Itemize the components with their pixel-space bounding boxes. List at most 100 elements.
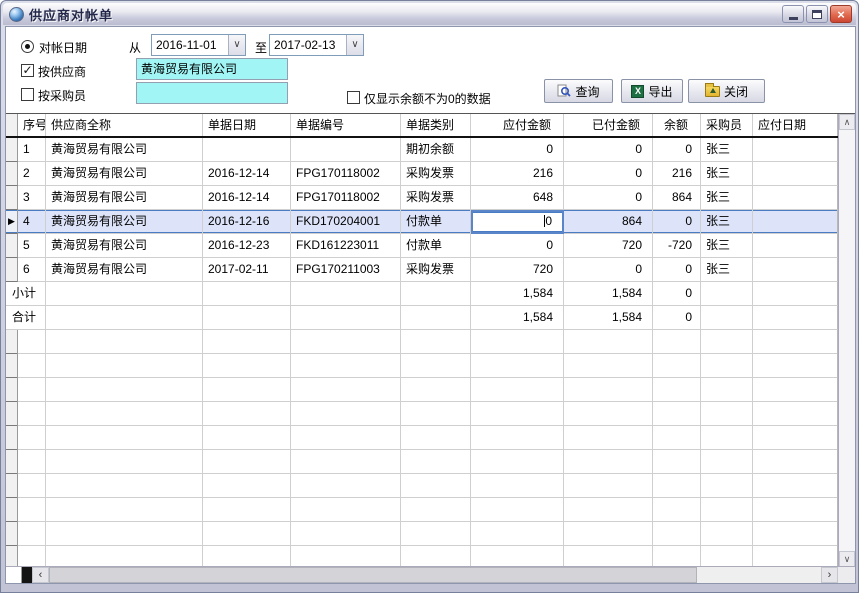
table-row[interactable]: 1 黄海贸易有限公司 期初余额 0 0 0 张三	[6, 138, 838, 162]
cell-payable[interactable]: 0	[471, 234, 564, 258]
cell-date[interactable]	[203, 138, 291, 162]
cell-date[interactable]: 2016-12-16	[203, 210, 291, 234]
header-supplier[interactable]: 供应商全称	[46, 114, 203, 136]
by-buyer-checkbox[interactable]	[21, 88, 34, 101]
cell-doc-no[interactable]: FPG170118002	[291, 186, 401, 210]
cell-due-date[interactable]	[753, 186, 838, 210]
nonzero-balance-checkbox[interactable]	[347, 91, 360, 104]
header-buyer[interactable]: 采购员	[701, 114, 753, 136]
to-date-select[interactable]: 2017-02-13 ∨	[269, 34, 364, 56]
cell-date[interactable]: 2016-12-23	[203, 234, 291, 258]
minimize-button[interactable]	[782, 5, 804, 23]
scrollbar-track[interactable]	[697, 567, 821, 583]
query-button[interactable]: 查询	[544, 79, 613, 103]
cell-due-date[interactable]	[753, 234, 838, 258]
cell-balance[interactable]: 0	[653, 210, 701, 234]
cell-balance[interactable]: 0	[653, 258, 701, 282]
cell-payable[interactable]: 720	[471, 258, 564, 282]
buyer-input[interactable]	[136, 82, 288, 104]
cell-type[interactable]: 采购发票	[401, 258, 471, 282]
scroll-down-button[interactable]: ∨	[839, 551, 855, 567]
cell-supplier[interactable]: 黄海贸易有限公司	[46, 210, 203, 234]
cell-paid[interactable]: 0	[564, 186, 653, 210]
cell-doc-no[interactable]	[291, 138, 401, 162]
scroll-up-button[interactable]: ∧	[839, 114, 855, 130]
header-date[interactable]: 单据日期	[203, 114, 291, 136]
cell-balance[interactable]: 864	[653, 186, 701, 210]
cell-buyer[interactable]: 张三	[701, 162, 753, 186]
table-row[interactable]: 3 黄海贸易有限公司 2016-12-14 FPG170118002 采购发票 …	[6, 186, 838, 210]
header-balance[interactable]: 余额	[653, 114, 701, 136]
cell-doc-no[interactable]: FKD161223011	[291, 234, 401, 258]
cell-paid[interactable]: 0	[564, 138, 653, 162]
cell-due-date[interactable]	[753, 258, 838, 282]
cell-buyer[interactable]: 张三	[701, 138, 753, 162]
cell-date[interactable]: 2016-12-14	[203, 162, 291, 186]
table-row-selected[interactable]: ▶ 4 黄海贸易有限公司 2016-12-16 FKD170204001 付款单…	[6, 210, 838, 234]
cell-payable[interactable]: 648	[471, 186, 564, 210]
cell-no[interactable]: 5	[18, 234, 46, 258]
payable-edit-cell[interactable]: 0	[471, 210, 564, 234]
cell-supplier[interactable]: 黄海贸易有限公司	[46, 138, 203, 162]
cell-supplier[interactable]: 黄海贸易有限公司	[46, 258, 203, 282]
header-doc-no[interactable]: 单据编号	[291, 114, 401, 136]
cell-paid[interactable]: 864	[564, 210, 653, 234]
header-due-date[interactable]: 应付日期	[753, 114, 838, 136]
cell-due-date[interactable]	[753, 138, 838, 162]
cell-payable[interactable]: 216	[471, 162, 564, 186]
horizontal-scrollbar[interactable]: ‹ ›	[6, 566, 855, 583]
header-payable[interactable]: 应付金额	[471, 114, 564, 136]
cell-buyer[interactable]: 张三	[701, 186, 753, 210]
title-bar[interactable]: 供应商对帐单 ×	[3, 3, 856, 25]
cell-buyer[interactable]: 张三	[701, 210, 753, 234]
cell-balance[interactable]: 0	[653, 138, 701, 162]
cell-no[interactable]: 6	[18, 258, 46, 282]
cell-no[interactable]: 2	[18, 162, 46, 186]
cell-paid[interactable]: 720	[564, 234, 653, 258]
cell-supplier[interactable]: 黄海贸易有限公司	[46, 162, 203, 186]
supplier-input[interactable]: 黄海贸易有限公司	[136, 58, 288, 80]
cell-doc-no[interactable]: FPG170211003	[291, 258, 401, 282]
cell-payable[interactable]: 0	[471, 138, 564, 162]
chevron-down-icon[interactable]: ∨	[228, 35, 245, 55]
cell-supplier[interactable]: 黄海贸易有限公司	[46, 186, 203, 210]
cell-paid[interactable]: 0	[564, 258, 653, 282]
table-row[interactable]: 2 黄海贸易有限公司 2016-12-14 FPG170118002 采购发票 …	[6, 162, 838, 186]
cell-no[interactable]: 3	[18, 186, 46, 210]
cell-no[interactable]: 1	[18, 138, 46, 162]
cell-type[interactable]: 采购发票	[401, 162, 471, 186]
by-supplier-checkbox[interactable]: ✓	[21, 64, 34, 77]
header-no[interactable]: 序号	[18, 114, 46, 136]
cell-due-date[interactable]	[753, 210, 838, 234]
close-window-button[interactable]: ×	[830, 5, 852, 23]
close-button[interactable]: 关闭	[688, 79, 765, 103]
cell-paid[interactable]: 0	[564, 162, 653, 186]
cell-date[interactable]: 2017-02-11	[203, 258, 291, 282]
cell-buyer[interactable]: 张三	[701, 234, 753, 258]
scroll-left-button[interactable]: ‹	[32, 567, 49, 583]
export-button[interactable]: X 导出	[621, 79, 683, 103]
from-date-select[interactable]: 2016-11-01 ∨	[151, 34, 246, 56]
cell-doc-no[interactable]: FPG170118002	[291, 162, 401, 186]
table-row[interactable]: 5 黄海贸易有限公司 2016-12-23 FKD161223011 付款单 0…	[6, 234, 838, 258]
cell-type[interactable]: 期初余额	[401, 138, 471, 162]
header-type[interactable]: 单据类别	[401, 114, 471, 136]
date-range-radio[interactable]	[21, 40, 34, 53]
cell-type[interactable]: 付款单	[401, 234, 471, 258]
cell-type[interactable]: 付款单	[401, 210, 471, 234]
cell-due-date[interactable]	[753, 162, 838, 186]
maximize-button[interactable]	[806, 5, 828, 23]
cell-supplier[interactable]: 黄海贸易有限公司	[46, 234, 203, 258]
table-row[interactable]: 6 黄海贸易有限公司 2017-02-11 FPG170211003 采购发票 …	[6, 258, 838, 282]
cell-date[interactable]: 2016-12-14	[203, 186, 291, 210]
cell-type[interactable]: 采购发票	[401, 186, 471, 210]
cell-balance[interactable]: 216	[653, 162, 701, 186]
cell-no[interactable]: 4	[18, 210, 46, 234]
cell-buyer[interactable]: 张三	[701, 258, 753, 282]
chevron-down-icon[interactable]: ∨	[346, 35, 363, 55]
cell-balance[interactable]: -720	[653, 234, 701, 258]
vertical-scrollbar[interactable]: ∧ ∨	[838, 114, 855, 567]
cell-doc-no[interactable]: FKD170204001	[291, 210, 401, 234]
header-paid[interactable]: 已付金额	[564, 114, 653, 136]
scroll-right-button[interactable]: ›	[821, 567, 838, 583]
